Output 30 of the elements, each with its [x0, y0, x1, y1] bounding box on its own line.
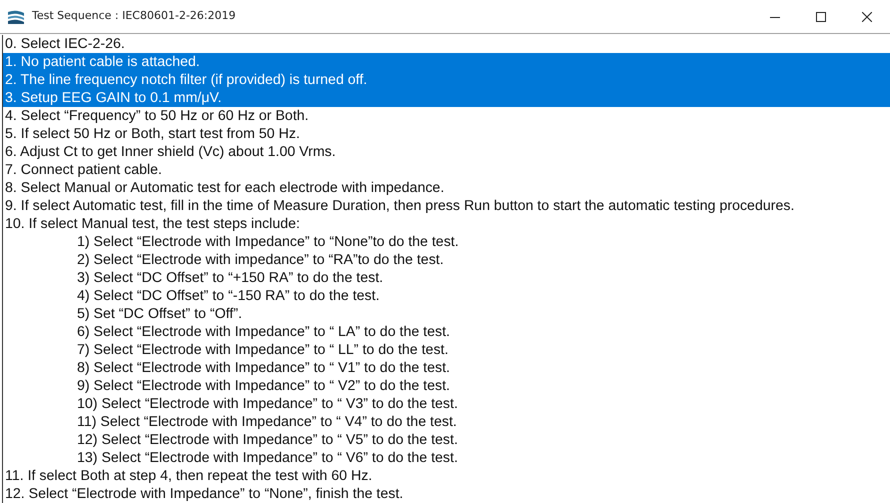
step-item[interactable]: 13) Select “Electrode with Impedance” to “ V6” to do the test. — [3, 449, 890, 467]
step-item[interactable]: 3) Select “DC Offset” to “+150 RA” to do the test. — [3, 269, 890, 287]
step-item[interactable]: 2) Select “Electrode with impedance” to “RA”to do the test. — [3, 251, 890, 269]
step-item[interactable]: 10. If select Manual test, the test steps include: — [3, 215, 890, 233]
step-item[interactable]: 9. If select Automatic test, fill in the time of Measure Duration, then press Run button to start the automatic testing procedures. — [3, 197, 890, 215]
step-item[interactable]: 1) Select “Electrode with Impedance” to “None”to do the test. — [3, 233, 890, 251]
step-item[interactable]: 2. The line frequency notch filter (if provided) is turned off. — [3, 71, 890, 89]
step-item[interactable]: 10) Select “Electrode with Impedance” to “ V3” to do the test. — [3, 395, 890, 413]
step-item[interactable]: 4. Select “Frequency” to 50 Hz or 60 Hz or Both. — [3, 107, 890, 125]
step-item[interactable]: 9) Select “Electrode with Impedance” to “ V2” to do the test. — [3, 377, 890, 395]
step-item[interactable]: 8. Select Manual or Automatic test for each electrode with impedance. — [3, 179, 890, 197]
window-title: Test Sequence : IEC80601-2-26:2019 — [32, 8, 237, 24]
step-item[interactable]: 0. Select IEC-2-26. — [3, 35, 890, 53]
step-item[interactable]: 7. Connect patient cable. — [3, 161, 890, 179]
app-icon — [8, 10, 24, 24]
maximize-icon — [816, 12, 826, 22]
step-item[interactable]: 5) Set “DC Offset” to “Off”. — [3, 305, 890, 323]
step-item[interactable]: 5. If select 50 Hz or Both, start test from 50 Hz. — [3, 125, 890, 143]
step-item[interactable]: 12. Select “Electrode with Impedance” to “None”, finish the test. — [3, 485, 890, 503]
step-item[interactable]: 1. No patient cable is attached. — [3, 53, 890, 71]
step-item[interactable]: 11. If select Both at step 4, then repeat the test with 60 Hz. — [3, 467, 890, 485]
step-item[interactable]: 4) Select “DC Offset” to “-150 RA” to do the test. — [3, 287, 890, 305]
step-item[interactable]: 12) Select “Electrode with Impedance” to “ V5” to do the test. — [3, 431, 890, 449]
close-icon — [862, 12, 872, 22]
step-item[interactable]: 11) Select “Electrode with Impedance” to “ V4” to do the test. — [3, 413, 890, 431]
step-item[interactable]: 6) Select “Electrode with Impedance” to “ LA” to do the test. — [3, 323, 890, 341]
step-item[interactable]: 6. Adjust Ct to get Inner shield (Vc) about 1.00 Vrms. — [3, 143, 890, 161]
step-item[interactable]: 7) Select “Electrode with Impedance” to “ LL” to do the test. — [3, 341, 890, 359]
step-item[interactable]: 3. Setup EEG GAIN to 0.1 mm/μV. — [3, 89, 890, 107]
step-item[interactable]: 8) Select “Electrode with Impedance” to “ V1” to do the test. — [3, 359, 890, 377]
